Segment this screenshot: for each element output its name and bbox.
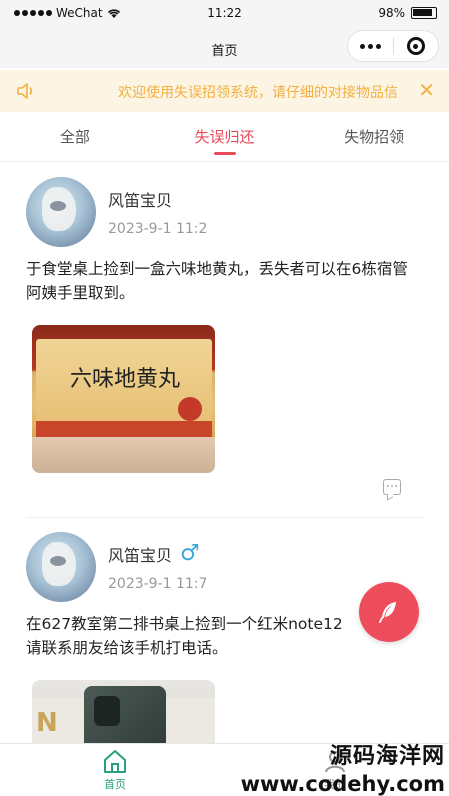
author-name-text: 风笛宝贝: [108, 191, 173, 210]
author-name-text: 风笛宝贝: [108, 546, 173, 565]
feather-icon: [379, 602, 396, 623]
notice-text: 欢迎使用失误招领系统，请仔细的对接物品信: [118, 85, 398, 101]
category-tabs: 全部 失误归还 失物招领: [0, 112, 449, 162]
medicine-box: 六味地黄丸: [36, 339, 212, 439]
status-bar-right: 98%: [378, 6, 437, 20]
post-feed[interactable]: 风笛宝贝 2023-9-1 11:2 于食堂桌上捡到一盒六味地黄丸，丢失者可以在…: [0, 163, 449, 743]
male-gender-icon: ♂: [180, 541, 200, 566]
notice-bar: 欢迎使用失误招领系统，请仔细的对接物品信 ✕: [0, 70, 449, 112]
author-name: 风笛宝贝 ♂: [108, 542, 200, 566]
publish-button[interactable]: [359, 582, 419, 642]
more-icon[interactable]: [348, 43, 393, 49]
avatar[interactable]: [26, 177, 96, 247]
photo-seal: [178, 397, 202, 421]
speaker-icon: [17, 83, 33, 99]
post-actions: [26, 473, 423, 511]
post-content: 于食堂桌上捡到一盒六味地黄丸，丢失者可以在6栋宿管阿姨手里取到。: [26, 260, 408, 302]
post-header: 风笛宝贝 2023-9-1 11:2: [26, 163, 423, 253]
phone-camera: [94, 696, 120, 726]
phone-image: [84, 686, 166, 743]
close-icon[interactable]: ✕: [418, 78, 435, 102]
post-card[interactable]: 风笛宝贝 2023-9-1 11:2 于食堂桌上捡到一盒六味地黄丸，丢失者可以在…: [0, 163, 449, 511]
box-print: N: [36, 708, 58, 738]
photo-hand: [32, 437, 215, 473]
nav-bar: 首页: [0, 28, 449, 68]
close-mini-program-icon[interactable]: [394, 37, 438, 55]
post-date: 2023-9-1 11:2: [108, 221, 208, 237]
tabbar-home[interactable]: 首页: [80, 748, 150, 792]
mini-program-capsule: [347, 30, 439, 62]
post-photo[interactable]: 六味地黄丸: [32, 325, 215, 473]
author-name: 风笛宝贝: [108, 187, 172, 211]
comment-icon[interactable]: [383, 479, 401, 495]
battery-percent: 98%: [378, 6, 405, 20]
watermark: 源码海洋网 www.codehy.com: [241, 738, 445, 796]
tab-all[interactable]: 全部: [0, 112, 150, 161]
battery-icon: [411, 7, 437, 19]
tab-found-claim[interactable]: 失物招领: [299, 112, 449, 161]
watermark-url: www.codehy.com: [240, 772, 445, 796]
watermark-title: 源码海洋网: [329, 744, 445, 769]
home-icon: [104, 750, 126, 773]
post-content-line2: 请联系朋友给该手机打电话。: [26, 639, 228, 657]
photo-text: 六味地黄丸: [70, 367, 181, 392]
status-bar: WeChat 11:22 98%: [0, 0, 449, 28]
tab-lost-return[interactable]: 失误归还: [150, 112, 300, 161]
tabbar-home-label: 首页: [104, 778, 126, 791]
post-photo[interactable]: N: [32, 680, 215, 743]
avatar[interactable]: [26, 532, 96, 602]
post-date: 2023-9-1 11:7: [108, 576, 208, 592]
